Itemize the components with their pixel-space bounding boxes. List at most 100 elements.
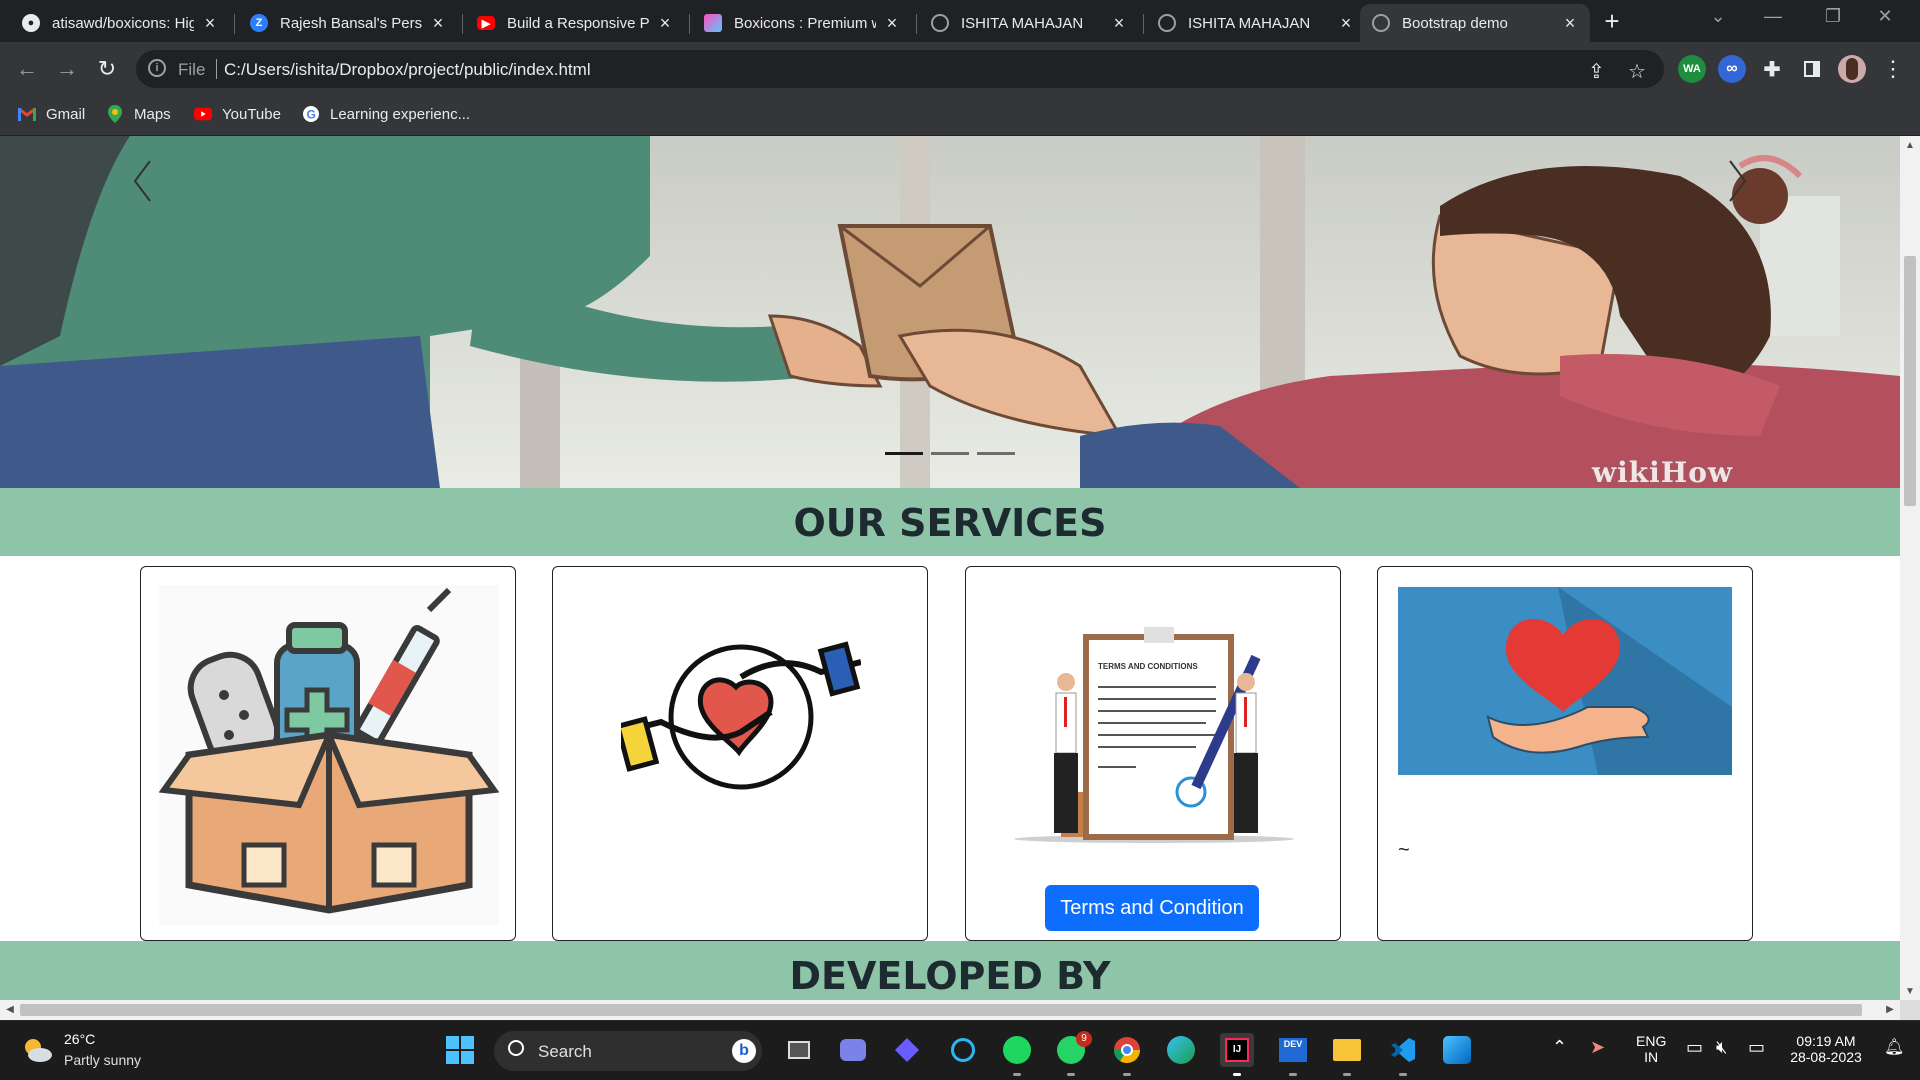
weather-description[interactable]: Partly sunny — [64, 1052, 141, 1068]
vscode-icon[interactable] — [1386, 1033, 1420, 1067]
tab-rajesh-bansal[interactable]: Z Rajesh Bansal's Persor × — [238, 4, 458, 42]
carousel-indicator[interactable] — [885, 452, 923, 455]
tab-ishita-mahajan-1[interactable]: ISHITA MAHAJAN × — [919, 4, 1139, 42]
tab-boxicons-github[interactable]: ● atisawd/boxicons: Hig × — [10, 4, 230, 42]
clock[interactable]: 09:19 AM 28-08-2023 — [1786, 1033, 1866, 1065]
tab-title: Bootstrap demo — [1402, 14, 1508, 32]
tab-divider — [462, 14, 463, 34]
windows-start-icon[interactable] — [443, 1033, 477, 1067]
wa-extension-icon[interactable]: WA — [1678, 55, 1706, 83]
tab-divider — [916, 14, 917, 34]
bing-icon[interactable]: b — [732, 1039, 756, 1063]
bookmark-star-icon[interactable]: ☆ — [1628, 59, 1646, 84]
close-window-icon[interactable]: ✕ — [1870, 6, 1900, 27]
horizontal-scroll-thumb[interactable] — [20, 1004, 1862, 1016]
vertical-scroll-thumb[interactable] — [1904, 256, 1916, 506]
cortana-icon[interactable] — [946, 1033, 980, 1067]
running-indicator — [1123, 1073, 1131, 1076]
back-arrow-icon[interactable]: ← — [12, 54, 42, 84]
tab-boxicons[interactable]: Boxicons : Premium w × — [692, 4, 912, 42]
bookmark-learning[interactable]: G Learning experienc... — [302, 105, 470, 123]
tab-strip: ● atisawd/boxicons: Hig × Z Rajesh Bansa… — [0, 0, 1920, 42]
horizontal-scrollbar[interactable]: ◀ ▶ — [0, 1000, 1900, 1020]
show-hidden-icons-chevron[interactable]: ⌃ — [1552, 1037, 1567, 1058]
scroll-down-arrow-icon[interactable]: ▼ — [1900, 986, 1920, 997]
scrollbar-corner — [1900, 1000, 1920, 1020]
share-icon[interactable]: ⇪ — [1588, 59, 1605, 84]
bookmark-youtube[interactable]: YouTube — [194, 105, 281, 123]
scroll-left-arrow-icon[interactable]: ◀ — [0, 1004, 20, 1015]
extensions-puzzle-icon[interactable]: ✚ — [1758, 55, 1786, 83]
running-indicator — [1289, 1073, 1297, 1076]
vertical-scrollbar[interactable]: ▲ ▼ — [1900, 136, 1920, 1000]
forward-arrow-icon[interactable]: → — [52, 54, 82, 84]
copilot-icon[interactable] — [890, 1033, 924, 1067]
network-icon[interactable]: ▭ — [1686, 1037, 1703, 1058]
clock-date: 28-08-2023 — [1790, 1049, 1862, 1065]
bookmark-label: Gmail — [46, 105, 86, 123]
url-text[interactable]: C:/Users/ishita/Dropbox/project/public/i… — [224, 60, 591, 80]
close-tab-icon[interactable]: × — [884, 13, 900, 34]
bookmark-gmail[interactable]: Gmail — [18, 105, 85, 123]
profile-avatar[interactable] — [1838, 55, 1866, 83]
language-indicator[interactable]: ENG IN — [1636, 1033, 1666, 1065]
tab-ishita-mahajan-2[interactable]: ISHITA MAHAJAN × — [1146, 4, 1366, 42]
intellij-icon[interactable]: IJ — [1220, 1033, 1254, 1067]
bookmark-maps[interactable]: Maps — [106, 105, 171, 123]
infinity-extension-icon[interactable]: ∞ — [1718, 55, 1746, 83]
paint-icon[interactable] — [1440, 1033, 1474, 1067]
chrome-icon[interactable] — [1110, 1033, 1144, 1067]
teams-chat-icon[interactable] — [836, 1033, 870, 1067]
volume-muted-icon[interactable]: 🔇︎ — [1716, 1037, 1727, 1058]
spotify-icon[interactable] — [1000, 1033, 1034, 1067]
running-indicator — [1399, 1073, 1407, 1076]
task-view-icon[interactable] — [782, 1033, 816, 1067]
carousel-indicator[interactable] — [931, 452, 969, 455]
location-arrow-icon[interactable]: ➤ — [1590, 1037, 1605, 1058]
tab-divider — [689, 14, 690, 34]
menu-kebab-icon[interactable]: ⋮ — [1878, 54, 1908, 84]
close-tab-icon[interactable]: × — [1338, 13, 1354, 34]
tab-title: atisawd/boxicons: Hig — [52, 14, 194, 32]
side-panel-icon[interactable] — [1798, 55, 1826, 83]
terms-and-condition-button[interactable]: Terms and Condition — [1045, 885, 1259, 931]
close-tab-icon[interactable]: × — [1111, 13, 1127, 34]
new-tab-button[interactable]: + — [1598, 8, 1626, 36]
weather-partly-sunny-icon[interactable] — [20, 1033, 54, 1067]
carousel-indicator[interactable] — [977, 452, 1015, 455]
tab-title: Rajesh Bansal's Persor — [280, 14, 422, 32]
scroll-up-arrow-icon[interactable]: ▲ — [1900, 140, 1920, 151]
close-tab-icon[interactable]: × — [657, 13, 673, 34]
taskbar-search-label: Search — [538, 1042, 592, 1061]
scroll-right-arrow-icon[interactable]: ▶ — [1880, 1004, 1900, 1015]
reload-icon[interactable]: ↻ — [92, 54, 122, 84]
tab-search-icon[interactable]: ⌄ — [1703, 6, 1733, 27]
restore-icon[interactable]: ❐ — [1818, 6, 1848, 27]
tab-youtube-video[interactable]: ▶ Build a Responsive Po × — [465, 4, 685, 42]
tab-divider — [1143, 14, 1144, 34]
close-tab-icon[interactable]: × — [430, 13, 446, 34]
carousel-prev-button[interactable] — [122, 156, 162, 196]
battery-icon[interactable]: ▭ — [1748, 1037, 1765, 1058]
running-indicator — [1013, 1073, 1021, 1076]
dev-cpp-icon[interactable]: DEV — [1276, 1033, 1310, 1067]
page-viewport: wikiHow OUR SERVICES TERMS AND CONDITION… — [0, 136, 1900, 1000]
tab-bootstrap-demo[interactable]: Bootstrap demo × — [1360, 4, 1590, 42]
notification-bell-icon[interactable]: 🔔︎ — [1884, 1037, 1904, 1057]
tab-title: ISHITA MAHAJAN — [1188, 14, 1311, 32]
svg-text:G: G — [307, 108, 316, 122]
close-tab-icon[interactable]: × — [202, 13, 218, 34]
taskbar-search-box[interactable]: Search b — [494, 1031, 762, 1071]
site-info-icon[interactable]: i — [148, 59, 166, 77]
minimize-icon[interactable]: — — [1758, 6, 1788, 27]
wikihow-watermark: wikiHow — [1592, 456, 1734, 488]
edge-icon[interactable] — [1164, 1033, 1198, 1067]
weather-temperature[interactable]: 26°C — [64, 1031, 95, 1047]
close-tab-icon[interactable]: × — [1562, 13, 1578, 34]
file-explorer-icon[interactable] — [1330, 1033, 1364, 1067]
carousel-next-button[interactable] — [1718, 156, 1758, 196]
service-card-donation — [552, 566, 928, 941]
address-bar[interactable]: i File C:/Users/ishita/Dropbox/project/p… — [136, 50, 1664, 88]
heart-over-hand-icon — [1398, 587, 1732, 775]
youtube-icon — [194, 105, 212, 123]
